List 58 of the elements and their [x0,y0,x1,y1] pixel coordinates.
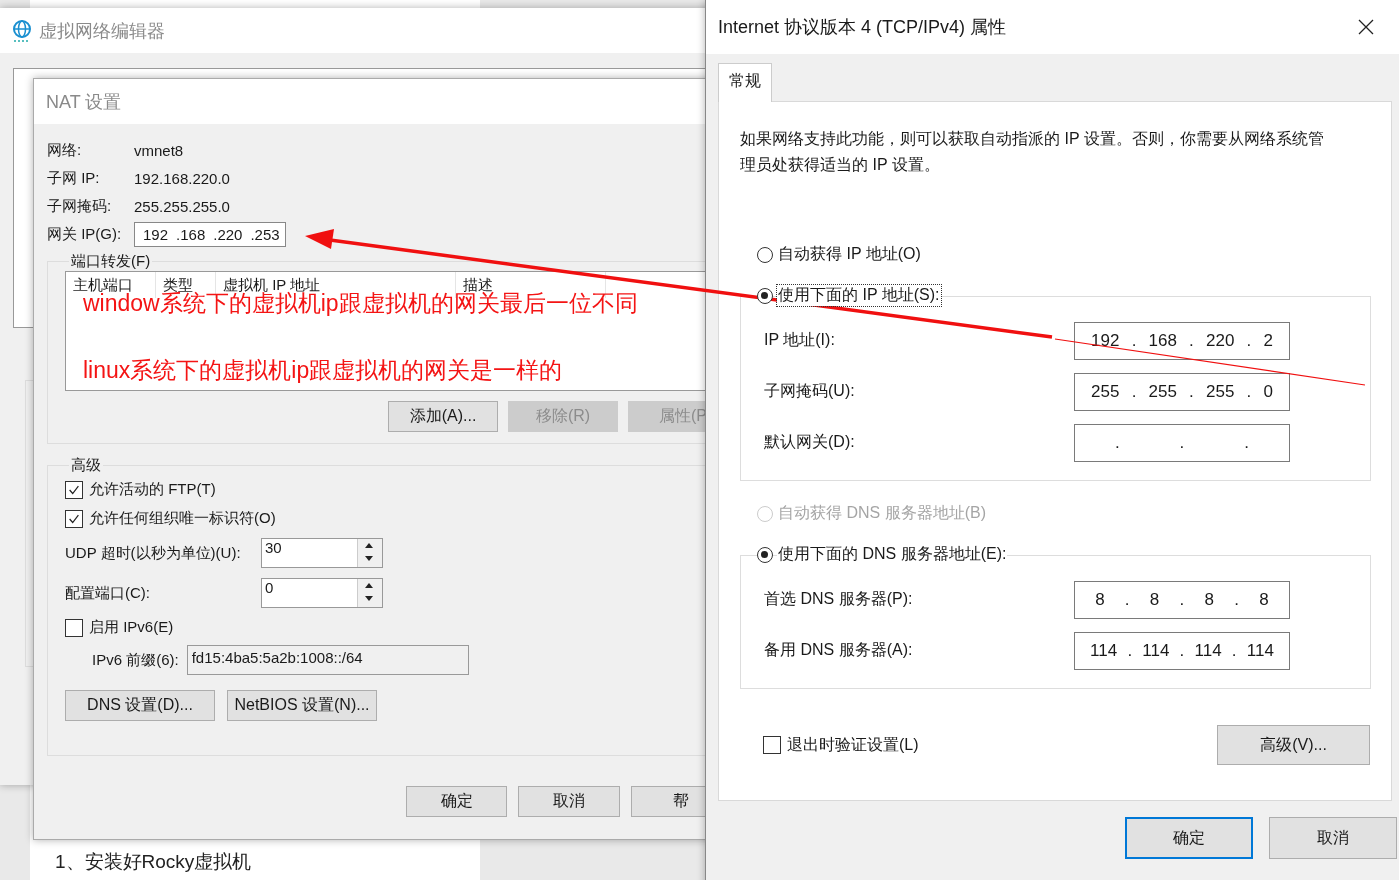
field-label: 首选 DNS 服务器(P): [764,589,913,609]
dialog-button[interactable]: 确定 [1125,817,1253,859]
ip-address-field[interactable]: . . . [1074,423,1290,462]
field-label: 网关 IP(G): [47,224,123,244]
gateway-ip-field[interactable]: 192 .168 .220 .253 [134,221,286,247]
dialog-button[interactable]: DNS 设置(D)... [65,690,215,721]
field-label: 子网掩码: [47,196,113,216]
annotation-text: linux系统下的虚拟机ip跟虚拟机的网关是一样的 [83,356,564,385]
article-heading: 1、安装好Rocky虚拟机 [55,850,252,874]
checkbox[interactable] [65,618,83,637]
dialog-button[interactable]: NetBIOS 设置(N)... [227,690,377,721]
spinner-field[interactable]: 30 [261,538,383,568]
dns-address-field[interactable]: 8 . 8 . 8 . 8 [1074,580,1290,619]
checkbox[interactable] [763,736,781,754]
checkbox-label: 退出时验证设置(L) [787,734,919,755]
field-label: 默认网关(D): [764,432,855,452]
window-title: NAT 设置 [46,90,122,114]
advanced-button[interactable]: 高级(V)... [1217,725,1370,765]
dialog-button[interactable]: 确定 [406,786,508,817]
field-label: 子网掩码(U): [764,381,855,401]
dialog-button[interactable]: 取消 [518,786,620,817]
close-icon[interactable] [1358,19,1374,35]
field-label: UDP 超时(以秒为单位)(U): [65,543,242,563]
field-value: 255.255.255.0 [134,197,230,215]
checkbox[interactable] [65,480,83,499]
tab[interactable]: 常规 [718,63,772,102]
checkbox-label: 允许活动的 FTP(T) [89,480,216,499]
field-label: 子网 IP: [47,168,101,188]
field-label: 备用 DNS 服务器(A): [764,640,913,660]
field-label: 配置端口(C): [65,583,151,603]
ip-address-field[interactable]: 192 . 168 . 220 . 2 [1074,321,1290,360]
radio-button[interactable] [757,546,773,563]
ipv6-prefix-field[interactable]: fd15:4ba5:5a2b:1008::/64 [186,645,469,675]
window-title: 虚拟网络编辑器 [39,19,165,43]
description-text: 如果网络支持此功能，则可以获取自动指派的 IP 设置。否则，你需要从网络系统管理员处获得适当的 IP 设置。 [740,129,1325,175]
ip-address-field[interactable]: 255 . 255 . 255 . 0 [1074,372,1290,411]
window-title: Internet 协议版本 4 (TCP/IPv4) 属性 [718,16,1007,39]
radio-label: 自动获得 IP 地址(O) [777,244,922,265]
radio-button[interactable] [757,246,773,263]
group-title: 端口转发(F) [70,252,152,271]
radio-label: 自动获得 DNS 服务器地址(B) [777,503,987,524]
field-label: 网络: [47,140,83,160]
dialog-button[interactable]: 取消 [1269,817,1397,859]
globe-icon [12,19,32,42]
radio-label: 使用下面的 IP 地址(S): [777,285,941,306]
field-value: 192.168.220.0 [134,169,230,187]
group-title: 高级 [70,456,102,475]
checkbox[interactable] [65,509,83,528]
radio-label: 使用下面的 DNS 服务器地址(E): [777,544,1008,565]
radio-button[interactable] [757,287,773,304]
spinner-field[interactable]: 0 [261,578,383,608]
field-value: vmnet8 [134,141,184,159]
dns-address-field[interactable]: 114 . 114 . 114 . 114 [1074,631,1290,670]
field-label: IPv6 前缀(6): [92,650,179,670]
field-label: IP 地址(I): [764,330,835,350]
checkbox-label: 允许任何组织唯一标识符(O) [89,509,276,528]
dialog-button[interactable]: 添加(A)... [388,401,498,432]
checkbox-label: 启用 IPv6(E) [89,618,174,637]
